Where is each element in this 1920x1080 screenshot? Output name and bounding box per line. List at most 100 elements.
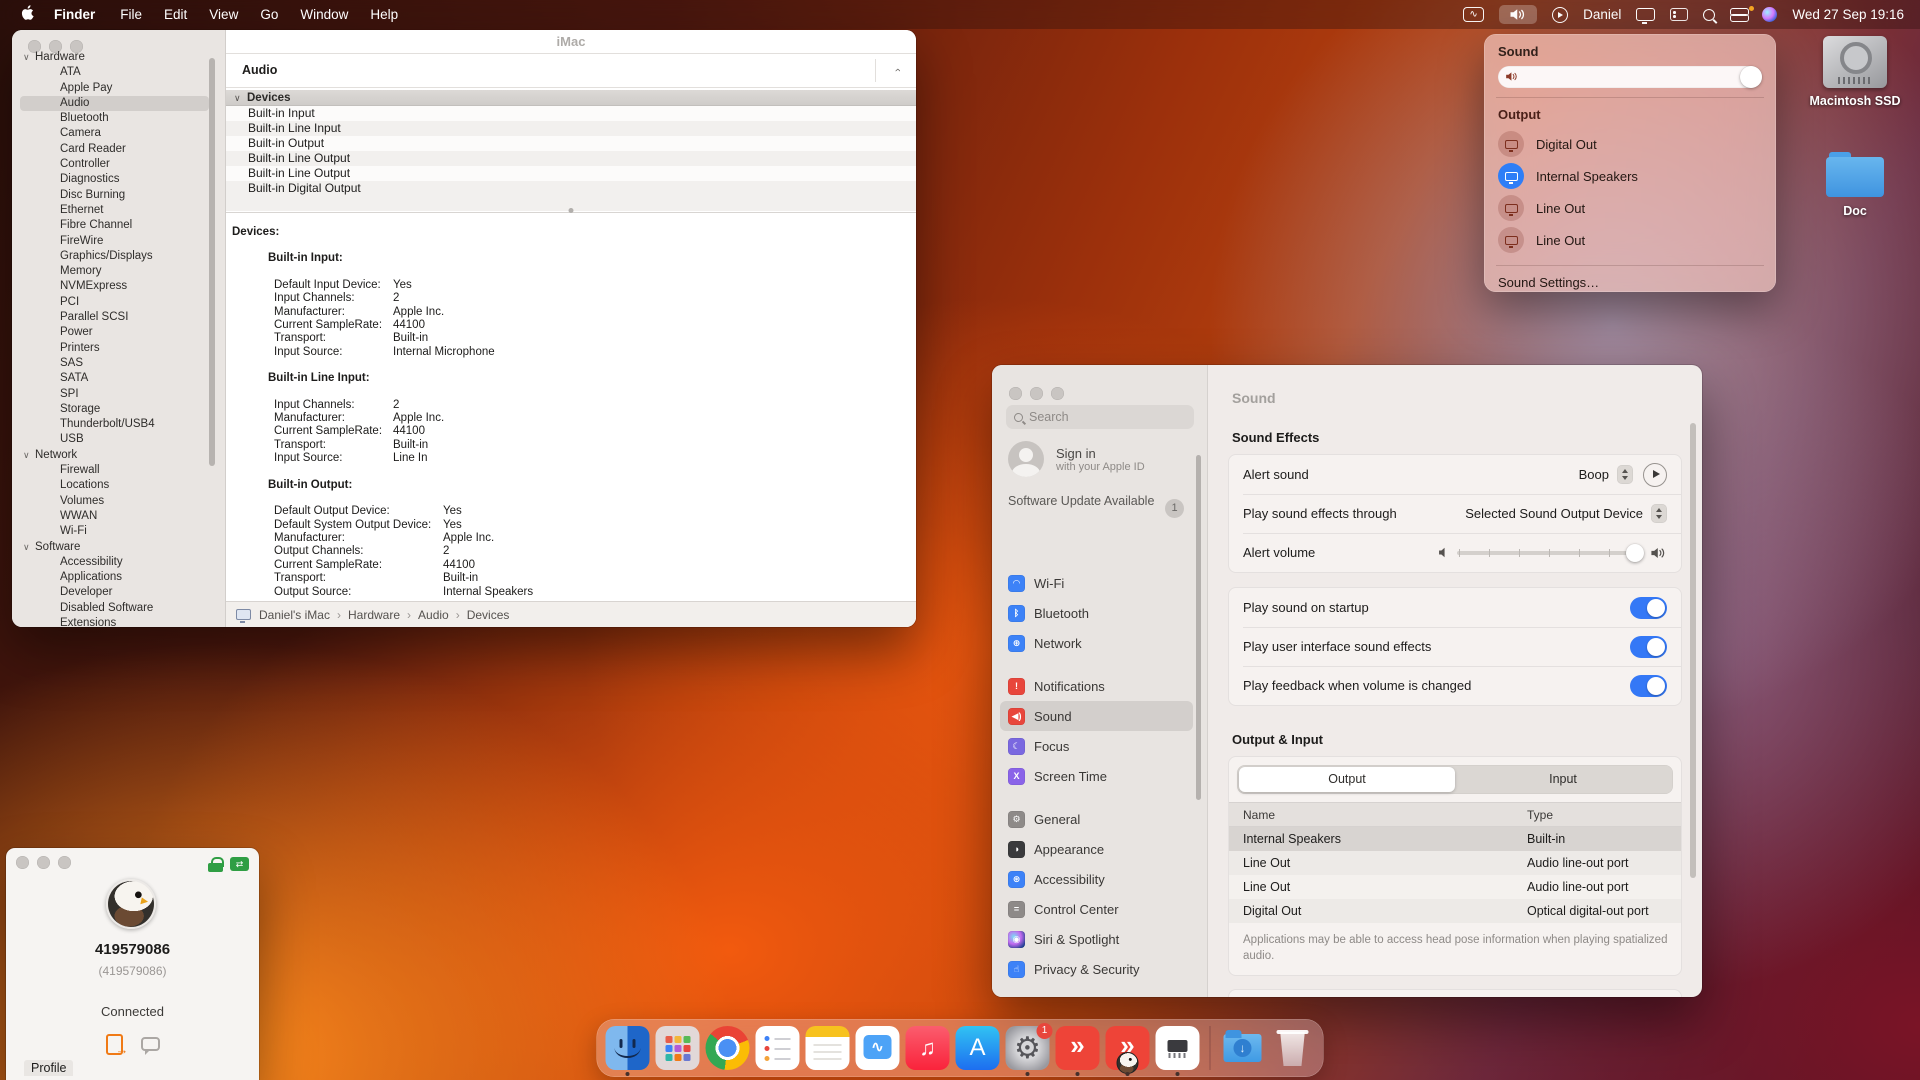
breadcrumb-item[interactable]: Devices	[467, 608, 510, 622]
audio-section-header[interactable]: Audio	[226, 53, 916, 88]
active-app-name[interactable]: Finder	[42, 7, 107, 22]
search-field[interactable]	[1006, 405, 1194, 429]
sidebar-item[interactable]: Diagnostics	[20, 172, 209, 187]
sidebar-item[interactable]: Card Reader	[20, 142, 209, 157]
play-alert-sound-button[interactable]	[1643, 462, 1667, 487]
sidebar-item[interactable]: Developer	[20, 585, 209, 600]
sidebar-item[interactable]: Disc Burning	[20, 188, 209, 203]
menu-item[interactable]: Edit	[153, 7, 198, 22]
sidebar-item[interactable]: Applications	[20, 570, 209, 585]
sidebar-item[interactable]: Extensions	[20, 616, 209, 627]
device-row[interactable]: Built-in Input	[226, 106, 916, 121]
sidebar-item[interactable]: Power	[20, 325, 209, 340]
menu-item[interactable]: View	[198, 7, 249, 22]
sidebar-item[interactable]: Graphics/Displays	[20, 249, 209, 264]
output-device-item[interactable]: Digital Out	[1498, 128, 1762, 160]
collapse-chevron-icon[interactable]	[892, 68, 904, 72]
sidebar-item-siri-spotlight[interactable]: ◉ Siri & Spotlight	[1000, 924, 1193, 954]
sidebar-item[interactable]: NVMExpress	[20, 279, 209, 294]
breadcrumb-item[interactable]: Hardware	[348, 608, 400, 622]
sidebar-item[interactable]: Audio	[20, 95, 209, 112]
sidebar-item[interactable]: Software	[20, 540, 209, 555]
sidebar-item-control-center[interactable]: = Control Center	[1000, 894, 1193, 924]
sidebar-item[interactable]: SATA	[20, 371, 209, 386]
now-playing-icon[interactable]	[1552, 6, 1569, 23]
device-row[interactable]: Built-in Digital Output	[226, 181, 916, 196]
sidebar-item[interactable]: Volumes	[20, 494, 209, 509]
menu-bar-clock[interactable]: Wed 27 Sep 19:16	[1792, 7, 1904, 22]
volume-menu-item[interactable]	[1499, 5, 1538, 24]
dock-appstore[interactable]	[955, 1026, 1000, 1070]
breadcrumb-item[interactable]: Daniel's iMac	[259, 608, 330, 622]
stage-manager-icon[interactable]	[1670, 8, 1689, 21]
menu-bar-username[interactable]: Daniel	[1583, 7, 1621, 22]
sidebar-item[interactable]: Disabled Software	[20, 601, 209, 616]
sidebar-item[interactable]: USB	[20, 432, 209, 447]
sidebar-item-bluetooth[interactable]: ᛒ Bluetooth	[1000, 598, 1193, 628]
minimize-button[interactable]	[37, 856, 50, 869]
sidebar-item[interactable]: Firewall	[20, 463, 209, 478]
menu-item[interactable]: Help	[359, 7, 409, 22]
sidebar-item[interactable]: Locations	[20, 478, 209, 493]
sidebar-item-network[interactable]: ⊕ Network	[1000, 628, 1193, 658]
sidebar-item-privacy-security[interactable]: ☝ Privacy & Security	[1000, 954, 1193, 984]
spotlight-search-icon[interactable]	[1703, 8, 1716, 21]
device-row[interactable]: Built-in Output	[226, 136, 916, 151]
sidebar-item[interactable]: SAS	[20, 356, 209, 371]
output-device-item[interactable]: Internal Speakers	[1498, 160, 1762, 192]
sidebar-item-focus[interactable]: ☾ Focus	[1000, 731, 1193, 761]
table-row[interactable]: Digital Out Optical digital-out port	[1229, 899, 1681, 923]
sidebar-item[interactable]: Network	[20, 448, 209, 463]
dock-chrome[interactable]	[705, 1026, 750, 1070]
content-scrollbar[interactable]	[1690, 423, 1696, 878]
sidebar-item[interactable]: Wi-Fi	[20, 524, 209, 539]
table-row[interactable]: Line Out Audio line-out port	[1229, 875, 1681, 899]
sidebar-item[interactable]: WWAN	[20, 509, 209, 524]
sidebar-item[interactable]: Parallel SCSI	[20, 310, 209, 325]
sidebar-item-appearance[interactable]: ◑ Appearance	[1000, 834, 1193, 864]
output-device-item[interactable]: Line Out	[1498, 224, 1762, 256]
sidebar-item-sound[interactable]: ◀) Sound	[1000, 701, 1193, 731]
sidebar-item[interactable]: Camera	[20, 126, 209, 141]
table-row[interactable]: Internal Speakers Built-in	[1229, 827, 1681, 851]
sidebar-item[interactable]: Apple Pay	[20, 81, 209, 96]
dock-downloads[interactable]: ↓	[1221, 1026, 1265, 1070]
sidebar-item-wifi[interactable]: ◠ Wi-Fi	[1000, 568, 1193, 598]
dock-notes[interactable]	[805, 1026, 850, 1070]
menu-item[interactable]: Window	[289, 7, 359, 22]
volume-slider-knob[interactable]	[1740, 66, 1762, 88]
device-row[interactable]: Built-in Line Input	[226, 121, 916, 136]
play-through-popup-button[interactable]	[1651, 504, 1667, 523]
sidebar-item[interactable]: SPI	[20, 387, 209, 402]
search-input[interactable]	[1029, 410, 1169, 424]
dock-anydesk[interactable]	[1055, 1026, 1100, 1076]
volume-slider[interactable]	[1498, 66, 1762, 88]
sidebar-item[interactable]: Accessibility	[20, 555, 209, 570]
sidebar-item-accessibility[interactable]: ⊛ Accessibility	[1000, 864, 1193, 894]
software-update-row[interactable]: Software Update Available 1	[1008, 493, 1194, 518]
sidebar-item[interactable]: Bluetooth	[20, 111, 209, 126]
sidebar-item-screen-time[interactable]: X Screen Time	[1000, 761, 1193, 791]
sidebar-item[interactable]: Hardware	[20, 50, 209, 65]
alert-volume-slider[interactable]	[1437, 543, 1667, 562]
dock-chip-tool[interactable]	[1155, 1026, 1200, 1076]
chat-icon[interactable]	[140, 1037, 160, 1055]
dock-freeform[interactable]	[855, 1026, 900, 1070]
tab-input[interactable]: Input	[1455, 767, 1671, 792]
pane-divider-grip[interactable]	[568, 208, 574, 213]
sidebar-item[interactable]: Controller	[20, 157, 209, 172]
sidebar-item[interactable]: FireWire	[20, 234, 209, 249]
profile-tab[interactable]: Profile	[24, 1060, 74, 1076]
sidebar-item[interactable]: Printers	[20, 341, 209, 356]
device-row[interactable]: Built-in Line Output	[226, 166, 916, 181]
minimize-button[interactable]	[1030, 387, 1043, 400]
toggle-switch[interactable]	[1630, 596, 1667, 619]
siri-icon[interactable]	[1762, 7, 1778, 22]
close-button[interactable]	[1009, 387, 1022, 400]
window-controls[interactable]	[16, 856, 71, 869]
breadcrumb-item[interactable]: Audio	[418, 608, 449, 622]
sidebar-item[interactable]: Memory	[20, 264, 209, 279]
menu-item[interactable]: File	[109, 7, 153, 22]
device-row[interactable]: Built-in Line Output	[226, 151, 916, 166]
toggle-switch[interactable]	[1630, 635, 1667, 658]
